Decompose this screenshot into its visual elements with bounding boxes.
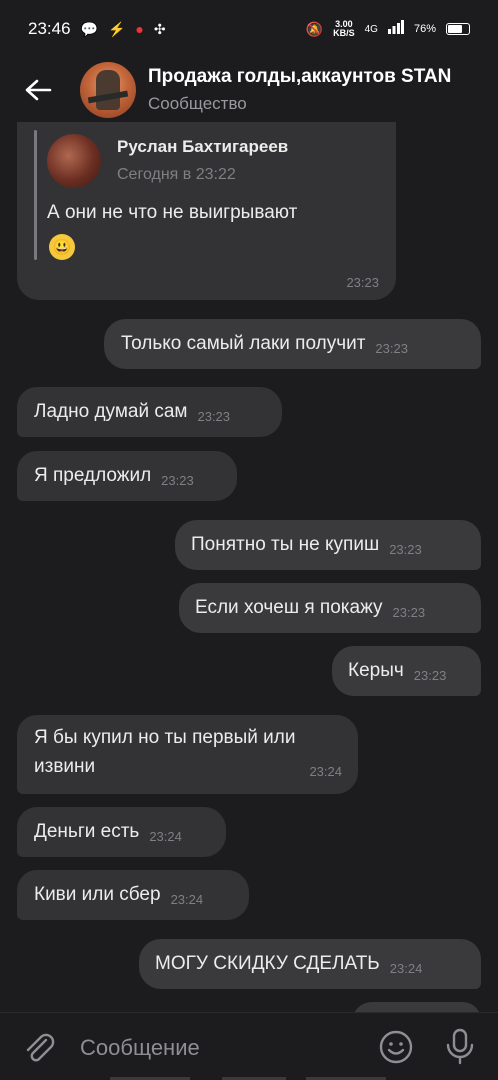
network-speed: 3.00 KB/S <box>333 20 355 38</box>
chat-header-text[interactable]: Продажа голды,аккаунтов STAN Сообщество <box>148 66 451 114</box>
message-time: 23:24 <box>389 961 423 976</box>
network-type: 4G <box>364 23 378 35</box>
status-left: 23:46 💬 ⚡ ● ✣ <box>28 19 166 39</box>
voice-button[interactable] <box>442 1027 478 1065</box>
signal-icon <box>387 19 404 39</box>
game-notification-icon: ✣ <box>153 20 166 37</box>
status-bar: 23:46 💬 ⚡ ● ✣ 🔕 3.00 KB/S 4G 76% <box>0 0 498 58</box>
microphone-icon <box>446 1028 474 1065</box>
message-list[interactable]: Руслан Бахтигареев Сегодня в 23:22 А они… <box>0 122 498 1012</box>
message-time: 23:23 <box>161 473 194 488</box>
message-time: 23:23 <box>346 275 379 290</box>
chat-title: Продажа голды,аккаунтов STAN <box>148 66 452 87</box>
message-text: Деньги есть <box>34 821 140 842</box>
message-time: 23:24 <box>149 829 182 844</box>
message-time: 23:23 <box>197 409 231 424</box>
battery-percent: 76% <box>413 23 436 35</box>
message-text: Киви или сбер <box>34 884 161 905</box>
network-speed-unit: KB/S <box>333 28 355 38</box>
arrow-left-icon <box>25 79 52 101</box>
chat-header: Продажа голды,аккаунтов STAN Сообщество <box>0 58 498 122</box>
alarm-off-icon: 🔕 <box>305 20 324 37</box>
message-text: Только самый лаки получит <box>121 333 366 354</box>
incoming-message[interactable]: Киви или сбер 23:24 <box>17 870 249 920</box>
status-right: 🔕 3.00 KB/S 4G 76% <box>306 19 470 39</box>
message-time: 23:23 <box>375 341 408 356</box>
forwarded-author-name[interactable]: Руслан Бахтигареев <box>117 137 288 157</box>
forwarded-author-avatar[interactable] <box>47 134 101 188</box>
message-time: 23:24 <box>170 892 204 907</box>
incoming-message[interactable]: Ладно думай сам 23:23 <box>17 387 282 437</box>
forwarded-date: Сегодня в 23:22 <box>117 166 236 183</box>
incoming-message[interactable]: Я бы купил но ты первый или извини 23:24 <box>17 715 358 794</box>
message-time: 23:24 <box>309 764 342 779</box>
outgoing-message[interactable]: Керыч 23:23 <box>332 646 481 696</box>
chat-subtitle: Сообщество <box>148 94 247 113</box>
outgoing-message[interactable]: Если хочеш я покажу 23:23 <box>179 583 481 633</box>
message-input[interactable]: Сообщение <box>80 1035 200 1061</box>
outgoing-message[interactable]: МОГУ СКИДКУ СДЕЛАТЬ 23:24 <box>139 939 481 989</box>
outgoing-message[interactable]: Понятно ты не купиш 23:23 <box>175 520 481 570</box>
message-time: 23:23 <box>413 668 447 683</box>
message-text: Я предложил <box>34 465 152 486</box>
message-text: Если хочеш я покажу <box>195 597 383 618</box>
emoji-button[interactable] <box>378 1029 414 1065</box>
message-time: 23:23 <box>389 542 422 557</box>
app-notification-icon: ● <box>135 21 144 37</box>
attach-button[interactable] <box>22 1031 56 1065</box>
outgoing-message[interactable]: Только самый лаки получит 23:23 <box>104 319 481 369</box>
message-text: Ладно думай сам <box>34 401 188 422</box>
back-button[interactable] <box>22 74 54 106</box>
quote-bar <box>34 130 37 260</box>
smiley-emoji: 😃 <box>49 234 75 260</box>
message-text: Керыч <box>348 660 404 681</box>
incoming-message[interactable]: Деньги есть 23:24 <box>17 807 226 857</box>
message-text: МОГУ СКИДКУ СДЕЛАТЬ <box>155 953 380 974</box>
outgoing-message-partial[interactable] <box>352 1002 481 1012</box>
forwarded-message[interactable]: Руслан Бахтигареев Сегодня в 23:22 А они… <box>17 122 396 300</box>
chat-notification-icon: 💬 <box>80 20 98 37</box>
message-time: 23:23 <box>392 605 426 620</box>
message-composer: Сообщение <box>0 1012 498 1080</box>
message-text: Я бы купил но ты первый или извини <box>34 727 296 777</box>
forwarded-text: А они не что не выигрывают <box>47 202 298 223</box>
smile-icon <box>379 1030 413 1064</box>
incoming-message[interactable]: Я предложил 23:23 <box>17 451 237 501</box>
paperclip-icon <box>26 1033 55 1062</box>
charging-icon: ⚡ <box>107 20 126 37</box>
message-text: Понятно ты не купиш <box>191 534 380 555</box>
status-time: 23:46 <box>28 19 71 38</box>
battery-icon <box>446 23 470 35</box>
community-avatar[interactable] <box>80 62 136 118</box>
